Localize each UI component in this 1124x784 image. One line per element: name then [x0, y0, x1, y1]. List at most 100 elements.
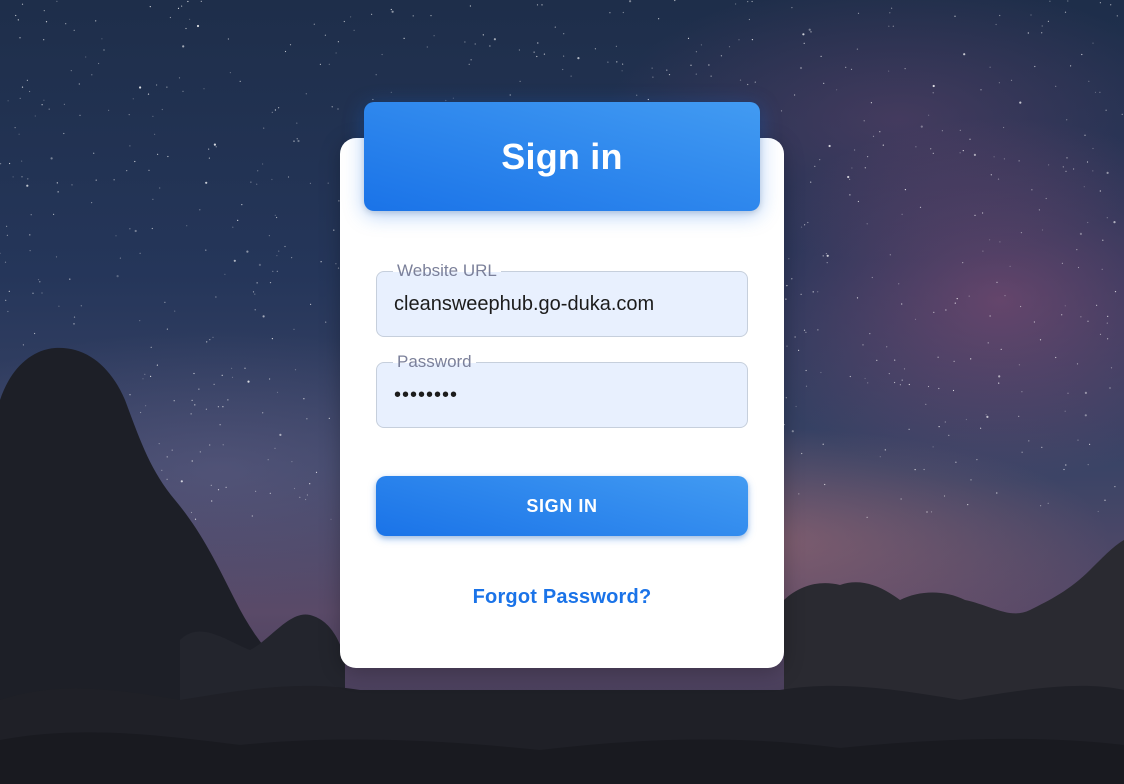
star: [968, 295, 970, 297]
star: [1080, 316, 1082, 318]
star: [269, 282, 272, 284]
star: [26, 184, 29, 187]
star: [1096, 304, 1098, 306]
star: [1088, 80, 1090, 82]
star: [493, 38, 496, 41]
star: [166, 328, 168, 330]
star: [795, 405, 797, 408]
star: [863, 120, 865, 122]
star: [199, 451, 201, 453]
star: [1084, 134, 1086, 136]
website-url-field[interactable]: Website URL: [376, 260, 748, 337]
star: [158, 443, 160, 445]
password-input[interactable]: [377, 363, 747, 427]
star: [1077, 266, 1080, 269]
star: [1121, 113, 1123, 115]
star: [353, 29, 355, 31]
star: [15, 14, 17, 17]
password-field[interactable]: Password: [376, 351, 748, 428]
star: [903, 368, 906, 370]
star: [262, 163, 264, 165]
star: [1064, 11, 1067, 13]
star: [208, 157, 210, 159]
star: [1061, 262, 1063, 264]
star: [14, 127, 16, 129]
star: [293, 328, 295, 330]
star: [6, 234, 8, 236]
sign-in-button[interactable]: SIGN IN: [376, 476, 748, 536]
star: [73, 323, 75, 325]
star: [194, 518, 197, 520]
star: [1101, 268, 1103, 270]
star: [161, 108, 163, 111]
star: [754, 81, 756, 83]
star: [328, 63, 330, 65]
star: [945, 309, 947, 311]
star: [217, 406, 219, 408]
star: [973, 153, 977, 156]
star: [668, 74, 671, 76]
star: [56, 182, 58, 184]
star: [952, 389, 955, 392]
star: [116, 275, 119, 278]
star: [1047, 20, 1049, 22]
star: [206, 341, 208, 343]
star: [651, 67, 653, 69]
star: [941, 130, 944, 132]
star: [278, 250, 280, 252]
star: [185, 27, 187, 30]
star: [426, 46, 428, 48]
star: [4, 261, 7, 263]
star: [857, 12, 860, 14]
star: [229, 72, 231, 74]
star: [178, 77, 181, 79]
star: [252, 291, 255, 293]
forgot-password-link[interactable]: Forgot Password?: [340, 586, 784, 609]
star: [536, 4, 539, 6]
star: [212, 336, 214, 338]
star: [291, 257, 293, 259]
star: [621, 70, 623, 72]
star: [901, 213, 903, 215]
star: [191, 399, 193, 401]
star: [914, 318, 917, 320]
star: [333, 229, 335, 231]
star: [888, 25, 890, 27]
star: [1061, 314, 1063, 316]
star: [1092, 170, 1094, 172]
star: [948, 434, 950, 436]
star: [70, 70, 72, 72]
star: [1048, 164, 1050, 166]
website-url-input[interactable]: [377, 272, 747, 336]
star: [113, 179, 115, 181]
star: [1020, 305, 1022, 308]
star: [541, 4, 543, 6]
star: [954, 15, 956, 17]
star: [169, 16, 171, 19]
star: [622, 63, 624, 65]
page-title: Sign in: [501, 135, 623, 177]
star: [1041, 229, 1044, 231]
star: [800, 293, 802, 295]
star: [748, 18, 751, 21]
star: [728, 46, 731, 48]
star: [901, 379, 903, 381]
star: [6, 225, 8, 227]
star: [182, 45, 185, 48]
star: [274, 447, 276, 449]
star: [867, 156, 869, 158]
star: [980, 427, 982, 429]
star: [791, 7, 793, 9]
star: [217, 489, 220, 491]
star: [1063, 468, 1065, 471]
star: [177, 7, 180, 9]
star: [41, 104, 43, 106]
star: [69, 278, 71, 280]
star: [993, 156, 995, 158]
star: [63, 132, 65, 135]
star: [21, 176, 23, 178]
star: [246, 250, 249, 253]
star: [327, 182, 329, 184]
star: [700, 44, 703, 46]
star: [751, 39, 754, 41]
